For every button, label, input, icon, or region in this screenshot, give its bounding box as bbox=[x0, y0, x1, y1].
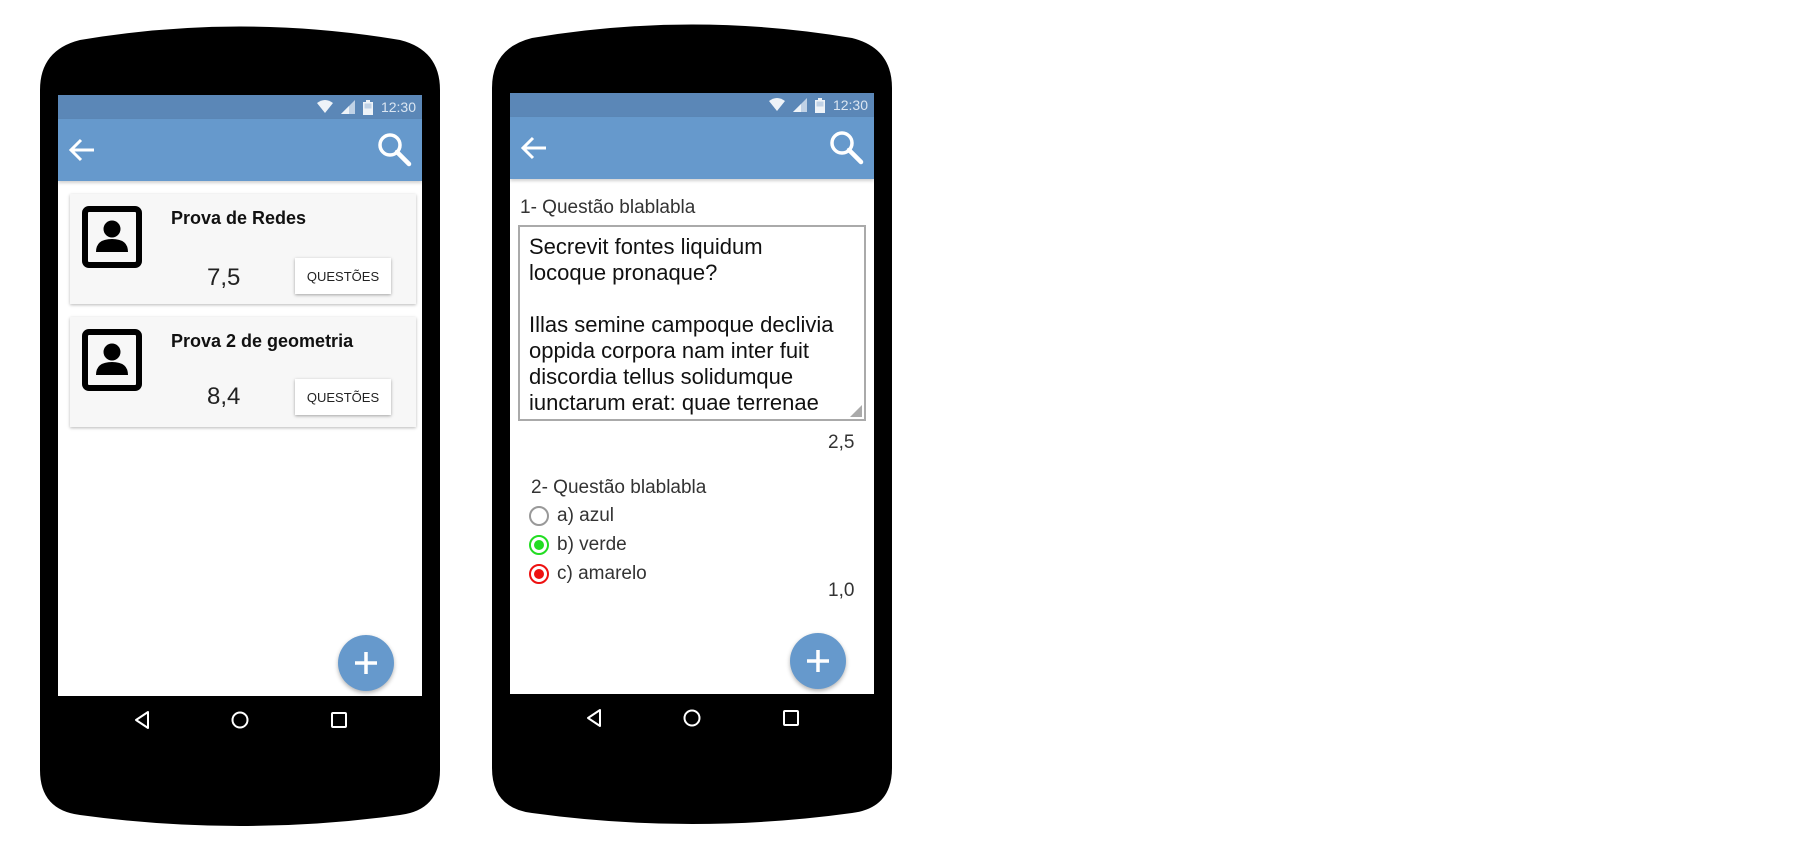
option-label: a) azul bbox=[557, 505, 615, 526]
option-a[interactable]: a) azul bbox=[529, 505, 614, 527]
nav-recents-button[interactable] bbox=[779, 706, 803, 730]
exam-title: Prova 2 de geometria bbox=[171, 331, 354, 351]
nav-home-button[interactable] bbox=[228, 708, 252, 732]
home-circle-icon bbox=[683, 709, 701, 727]
answer-line: discordia tellus solidumque bbox=[529, 364, 794, 389]
answer-line: Illas semine campoque declivia bbox=[529, 312, 834, 337]
answer-line: oppida corpora nam inter fuit bbox=[529, 338, 810, 363]
status-time: 12:30 bbox=[380, 99, 416, 115]
questions-button[interactable]: QUESTÕES bbox=[295, 379, 391, 415]
nav-back-button[interactable] bbox=[130, 708, 154, 732]
system-nav-bar bbox=[510, 694, 874, 742]
wifi-icon bbox=[316, 100, 333, 114]
radio-unselected[interactable] bbox=[529, 506, 549, 526]
exam-title: Prova de Redes bbox=[171, 208, 307, 228]
recents-square-icon bbox=[331, 712, 347, 728]
arrow-left-icon bbox=[68, 138, 94, 162]
contact-card-icon bbox=[82, 206, 142, 268]
questions-button[interactable]: QUESTÕES bbox=[295, 258, 391, 294]
nav-recents-button[interactable] bbox=[327, 708, 351, 732]
option-label: c) amarelo bbox=[557, 563, 647, 584]
nav-back-button[interactable] bbox=[582, 706, 606, 730]
question-1-score: 2,5 bbox=[828, 432, 855, 453]
search-button[interactable] bbox=[824, 125, 868, 169]
magnifier-icon bbox=[378, 133, 412, 167]
option-label: b) verde bbox=[557, 534, 627, 555]
recents-square-icon bbox=[783, 710, 799, 726]
option-c[interactable]: c) amarelo bbox=[529, 563, 647, 585]
question-2-label: 2- Questão blablabla bbox=[531, 477, 707, 498]
wifi-icon bbox=[768, 98, 785, 112]
answer-line: Secrevit fontes liquidum bbox=[529, 234, 763, 259]
search-button[interactable] bbox=[372, 127, 416, 171]
answer-line: iunctarum erat: quae terrenae bbox=[529, 390, 819, 415]
contact-card-icon bbox=[82, 329, 142, 391]
app-bar bbox=[510, 117, 874, 179]
phone-exam-questions: 12:30 1- Questão blablabla Secrevit font… bbox=[492, 23, 892, 828]
system-nav-bar bbox=[58, 696, 422, 744]
app-bar bbox=[58, 119, 422, 181]
exam-grade: 8,4 bbox=[207, 383, 241, 410]
screen: 12:30 1- Questão blablabla Secrevit font… bbox=[510, 93, 874, 694]
nav-home-button[interactable] bbox=[680, 706, 704, 730]
screen: 12:30 Prova de Redes 7,5 QUESTÕES Prova … bbox=[58, 95, 422, 696]
home-circle-icon bbox=[231, 711, 249, 729]
signal-icon bbox=[792, 98, 807, 112]
magnifier-icon bbox=[830, 131, 864, 165]
question-1-label: 1- Questão blablabla bbox=[520, 197, 696, 218]
phone-exam-list: 12:30 Prova de Redes 7,5 QUESTÕES Prova … bbox=[40, 25, 440, 830]
back-button[interactable] bbox=[62, 130, 102, 170]
arrow-left-icon bbox=[520, 136, 546, 160]
plus-icon bbox=[807, 650, 829, 672]
status-bar: 12:30 bbox=[58, 95, 422, 119]
answer-blank-line bbox=[529, 286, 854, 312]
battery-icon bbox=[362, 99, 373, 115]
exam-card[interactable]: Prova 2 de geometria 8,4 QUESTÕES bbox=[70, 317, 416, 427]
question-1-answer-textarea[interactable]: Secrevit fontes liquidum locoque pronaqu… bbox=[518, 225, 866, 421]
status-bar: 12:30 bbox=[510, 93, 874, 117]
radio-wrong[interactable] bbox=[529, 564, 549, 584]
exam-grade: 7,5 bbox=[207, 264, 241, 291]
plus-icon bbox=[355, 652, 377, 674]
radio-correct[interactable] bbox=[529, 535, 549, 555]
option-b[interactable]: b) verde bbox=[529, 534, 627, 556]
answer-line: locoque pronaque? bbox=[529, 260, 718, 285]
signal-icon bbox=[340, 100, 355, 114]
question-2-score: 1,0 bbox=[828, 580, 855, 601]
back-button[interactable] bbox=[514, 128, 554, 168]
add-question-button[interactable] bbox=[790, 633, 846, 689]
battery-icon bbox=[814, 97, 825, 113]
add-exam-button[interactable] bbox=[338, 635, 394, 691]
back-triangle-icon bbox=[135, 711, 149, 729]
resize-grip-icon[interactable] bbox=[850, 405, 862, 417]
exam-card[interactable]: Prova de Redes 7,5 QUESTÕES bbox=[70, 194, 416, 304]
status-time: 12:30 bbox=[832, 97, 868, 113]
back-triangle-icon bbox=[587, 709, 601, 727]
